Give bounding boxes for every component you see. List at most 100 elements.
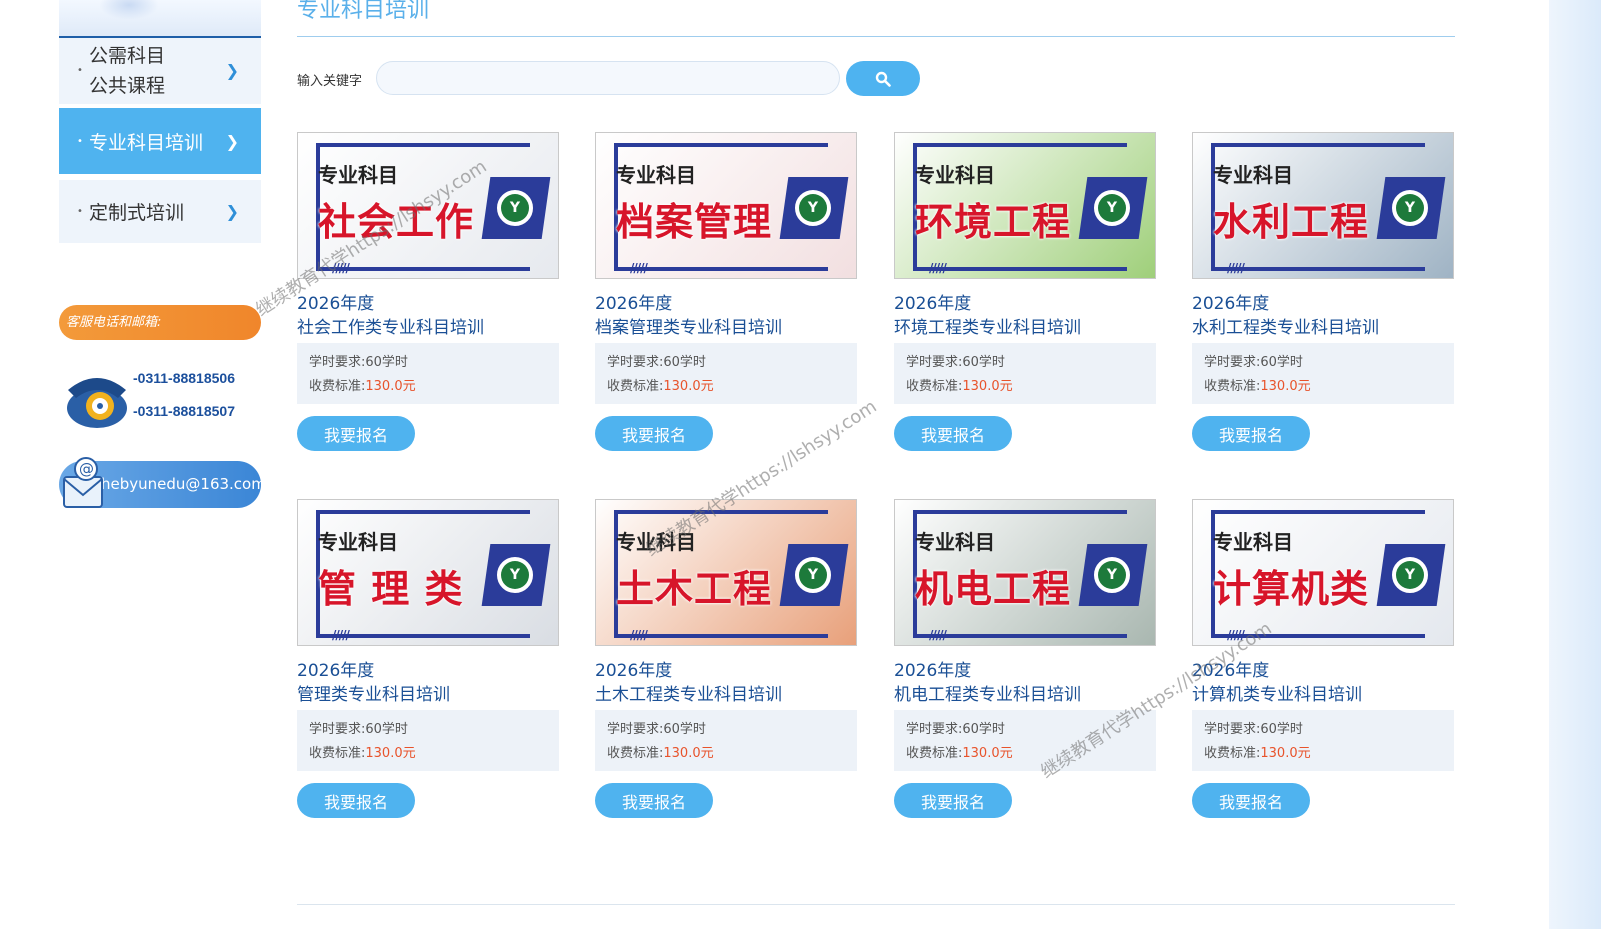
thumbnail-caption: 专业科目 <box>616 530 696 554</box>
hours-label: 学时要求: <box>906 355 963 370</box>
thumbnail-subject: 土木工程 <box>616 567 773 611</box>
course-year: 2026年度 <box>894 661 972 681</box>
course-year: 2026年度 <box>297 661 375 681</box>
enroll-button[interactable]: 我要报名 <box>894 783 1012 818</box>
sidebar-item-public-courses[interactable]: • 公需科目 公共课程 ❯ <box>59 36 261 104</box>
sidebar-item-custom-training[interactable]: • 定制式培训 ❯ <box>59 180 261 243</box>
thumbnail-caption: 专业科目 <box>1213 530 1293 554</box>
course-thumbnail[interactable]: 专业科目 计算机类 ///// Y <box>1192 499 1454 646</box>
hours-label: 学时要求: <box>607 722 664 737</box>
course-name[interactable]: 档案管理类专业科目培训 <box>595 313 782 338</box>
thumbnail-subject: 环境工程 <box>915 200 1072 244</box>
fee-label: 收费标准: <box>607 746 664 761</box>
page-title: 专业科目培训 <box>297 0 430 23</box>
enroll-button[interactable]: 我要报名 <box>297 783 415 818</box>
enroll-button[interactable]: 我要报名 <box>297 416 415 451</box>
fee-value: 130.0元 <box>663 746 714 761</box>
svg-text:@: @ <box>79 460 94 478</box>
course-thumbnail[interactable]: 专业科目管 理 类 ///// Y <box>297 499 559 646</box>
course-thumbnail[interactable]: 专业科目 环境工程 ///// Y <box>894 132 1156 279</box>
enroll-button[interactable]: 我要报名 <box>1192 416 1310 451</box>
hours-value: 60学时 <box>365 722 408 737</box>
course-name[interactable]: 计算机类专业科目培训 <box>1192 680 1362 705</box>
course-thumbnail[interactable]: 专业科目 机电工程 ///// Y <box>894 499 1156 646</box>
thumbnail-caption: 专业科目 <box>318 163 398 187</box>
fee-value: 130.0元 <box>365 379 416 394</box>
school-logo-icon: Y <box>1091 554 1133 596</box>
stripes-decoration: ///// <box>1227 261 1245 275</box>
course-name[interactable]: 社会工作类专业科目培训 <box>297 313 484 338</box>
stripes-decoration: ///// <box>1227 628 1245 642</box>
course-info: 学时要求:60学时 收费标准:130.0元 <box>1192 710 1454 771</box>
hours-value: 60学时 <box>663 722 706 737</box>
search-icon <box>875 71 891 87</box>
fee-value: 130.0元 <box>1260 746 1311 761</box>
course-name[interactable]: 环境工程类专业科目培训 <box>894 313 1081 338</box>
course-name[interactable]: 机电工程类专业科目培训 <box>894 680 1081 705</box>
enroll-button[interactable]: 我要报名 <box>595 416 713 451</box>
stripes-decoration: ///// <box>630 628 648 642</box>
bullet-icon: • <box>77 206 83 217</box>
fee-value: 130.0元 <box>1260 379 1311 394</box>
course-name[interactable]: 水利工程类专业科目培训 <box>1192 313 1379 338</box>
thumbnail-caption: 专业科目 <box>915 530 995 554</box>
thumbnail-caption: 专业科目 <box>1213 163 1293 187</box>
course-thumbnail[interactable]: 专业科目 水利工程 ///// Y <box>1192 132 1454 279</box>
search-input[interactable] <box>376 61 840 95</box>
course-thumbnail[interactable]: 专业科目 档案管理 ///// Y <box>595 132 857 279</box>
course-info: 学时要求:60学时 收费标准:130.0元 <box>1192 343 1454 404</box>
hours-label: 学时要求: <box>1204 722 1261 737</box>
thumbnail-caption: 专业科目 <box>915 163 995 187</box>
thumbnail-subject: 社会工作 <box>318 200 475 244</box>
sidebar-item-label: 专业科目培训 <box>89 131 204 154</box>
course-info: 学时要求:60学时 收费标准:130.0元 <box>297 710 559 771</box>
thumbnail-subject: 档案管理 <box>616 200 773 244</box>
fee-value: 130.0元 <box>365 746 416 761</box>
fee-label: 收费标准: <box>1204 379 1261 394</box>
hours-value: 60学时 <box>1260 722 1303 737</box>
course-thumbnail[interactable]: 专业科目 社会工作 ///// Y <box>297 132 559 279</box>
sidebar-item-label: 公共课程 <box>89 75 166 97</box>
search-label: 输入关键字 <box>297 74 363 89</box>
stripes-decoration: ///// <box>332 628 350 642</box>
stripes-decoration: ///// <box>630 261 648 275</box>
right-edge-decoration <box>1549 0 1601 929</box>
fee-label: 收费标准: <box>906 746 963 761</box>
hours-label: 学时要求: <box>906 722 963 737</box>
search-button[interactable] <box>846 61 920 96</box>
hours-label: 学时要求: <box>1204 355 1261 370</box>
course-year: 2026年度 <box>297 294 375 314</box>
hours-label: 学时要求: <box>309 355 366 370</box>
course-card: 专业科目 环境工程 ///// Y 2026年度 环境工程类专业科目培训 学时要求:60学时… <box>894 132 1156 452</box>
phone-number-2: -0311-88818507 <box>133 403 235 419</box>
school-logo-icon: Y <box>792 554 834 596</box>
enroll-button[interactable]: 我要报名 <box>894 416 1012 451</box>
fee-value: 130.0元 <box>962 746 1013 761</box>
course-card: 专业科目 社会工作 ///// Y 2026年度 社会工作类专业科目培训 学时要求:60学时… <box>297 132 559 452</box>
sidebar-item-professional-training[interactable]: • 专业科目培训 ❯ <box>59 108 261 174</box>
fee-label: 收费标准: <box>906 379 963 394</box>
course-card: 专业科目土木工程 ///// Y 2026年度 土木工程类专业科目培训学时要求:60学时… <box>595 499 857 819</box>
course-year: 2026年度 <box>1192 294 1270 314</box>
chevron-right-icon: ❯ <box>225 131 239 151</box>
sidebar-menu: • 公需科目 公共课程 ❯ • 专业科目培训 ❯ • 定制式培训 ❯ <box>59 36 261 243</box>
stripes-decoration: ///// <box>929 628 947 642</box>
hours-value: 60学时 <box>962 355 1005 370</box>
course-name[interactable]: 土木工程类专业科目培训 <box>595 680 782 705</box>
course-card: 专业科目 机电工程 ///// Y 2026年度 机电工程类专业科目培训 学时要求:60学时… <box>894 499 1156 819</box>
course-year: 2026年度 <box>595 661 673 681</box>
sidebar-item-label: 定制式培训 <box>89 202 185 224</box>
enroll-button[interactable]: 我要报名 <box>1192 783 1310 818</box>
course-name[interactable]: 管理类专业科目培训 <box>297 680 450 705</box>
school-logo-icon: Y <box>792 187 834 229</box>
hours-label: 学时要求: <box>607 355 664 370</box>
school-logo-icon: Y <box>494 187 536 229</box>
school-logo-icon: Y <box>1389 554 1431 596</box>
hours-label: 学时要求: <box>309 722 366 737</box>
course-thumbnail[interactable]: 专业科目土木工程 ///// Y <box>595 499 857 646</box>
enroll-button[interactable]: 我要报名 <box>595 783 713 818</box>
school-logo-icon: Y <box>1091 187 1133 229</box>
chevron-right-icon: ❯ <box>225 61 239 80</box>
fee-value: 130.0元 <box>962 379 1013 394</box>
chevron-right-icon: ❯ <box>225 202 239 221</box>
